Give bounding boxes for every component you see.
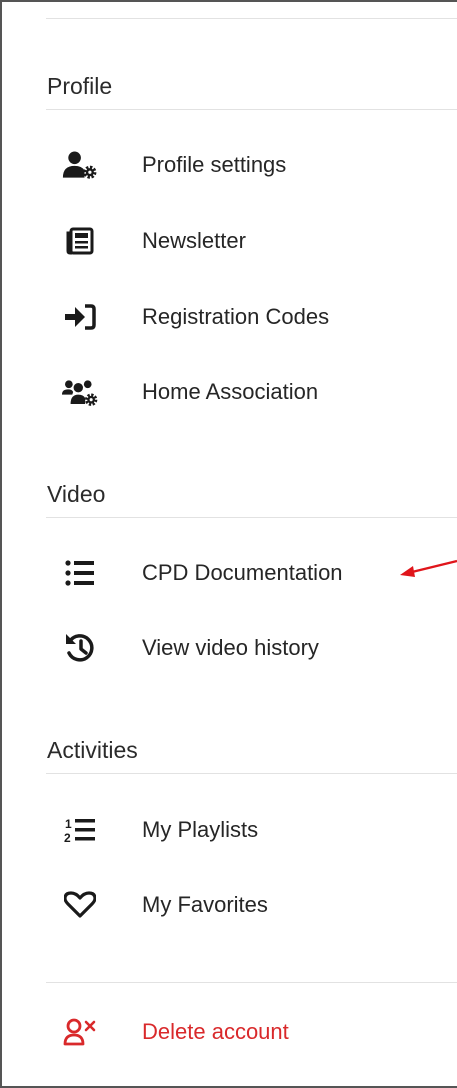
menu-item-label: My Favorites: [142, 892, 268, 917]
section-divider-activities: [46, 773, 457, 774]
annotation-arrow: [400, 559, 457, 577]
menu-item-label: CPD Documentation: [142, 560, 343, 585]
sign-in-icon: [62, 299, 98, 335]
menu-item-label: View video history: [142, 635, 319, 660]
delete-account-label: Delete account: [142, 1019, 289, 1044]
newspaper-icon: [62, 223, 98, 259]
section-title-activities: Activities: [47, 737, 138, 763]
delete-account-button[interactable]: Delete account: [62, 1007, 437, 1057]
menu-item-label: Registration Codes: [142, 304, 330, 329]
menu-item-cpd-documentation[interactable]: CPD Documentation: [62, 548, 437, 598]
user-gear-icon: [62, 147, 98, 183]
user-delete-icon: [62, 1014, 98, 1050]
menu-item-my-playlists[interactable]: 1 2 My Playlists: [62, 805, 437, 855]
menu-item-label: My Playlists: [142, 817, 259, 842]
menu-item-my-favorites[interactable]: My Favorites: [62, 880, 437, 930]
history-icon: [62, 630, 98, 666]
ordered-list-icon: 1 2: [62, 812, 98, 848]
menu-item-newsletter[interactable]: Newsletter: [62, 216, 437, 266]
section-divider-profile: [46, 109, 457, 110]
menu-item-label: Home Association: [142, 379, 319, 404]
menu-item-label: Profile settings: [142, 152, 287, 177]
menu-item-label: Newsletter: [142, 228, 246, 253]
menu-item-view-video-history[interactable]: View video history: [62, 623, 437, 673]
section-title-profile: Profile: [47, 73, 113, 99]
users-gear-icon: [62, 374, 98, 410]
menu-item-registration-codes[interactable]: Registration Codes: [62, 292, 437, 342]
account-divider: [46, 982, 457, 983]
svg-text:1: 1: [65, 817, 72, 831]
section-divider-video: [46, 517, 457, 518]
menu-item-profile-settings[interactable]: Profile settings: [62, 140, 437, 190]
list-icon: [62, 555, 98, 591]
top-divider: [46, 18, 457, 19]
svg-text:2: 2: [64, 831, 71, 844]
heart-outline-icon: [62, 887, 98, 923]
menu-item-home-association[interactable]: Home Association: [62, 367, 437, 417]
menu-panel: Profile Profile settings Newsletter Regi…: [0, 0, 457, 1088]
section-title-video: Video: [47, 481, 106, 507]
